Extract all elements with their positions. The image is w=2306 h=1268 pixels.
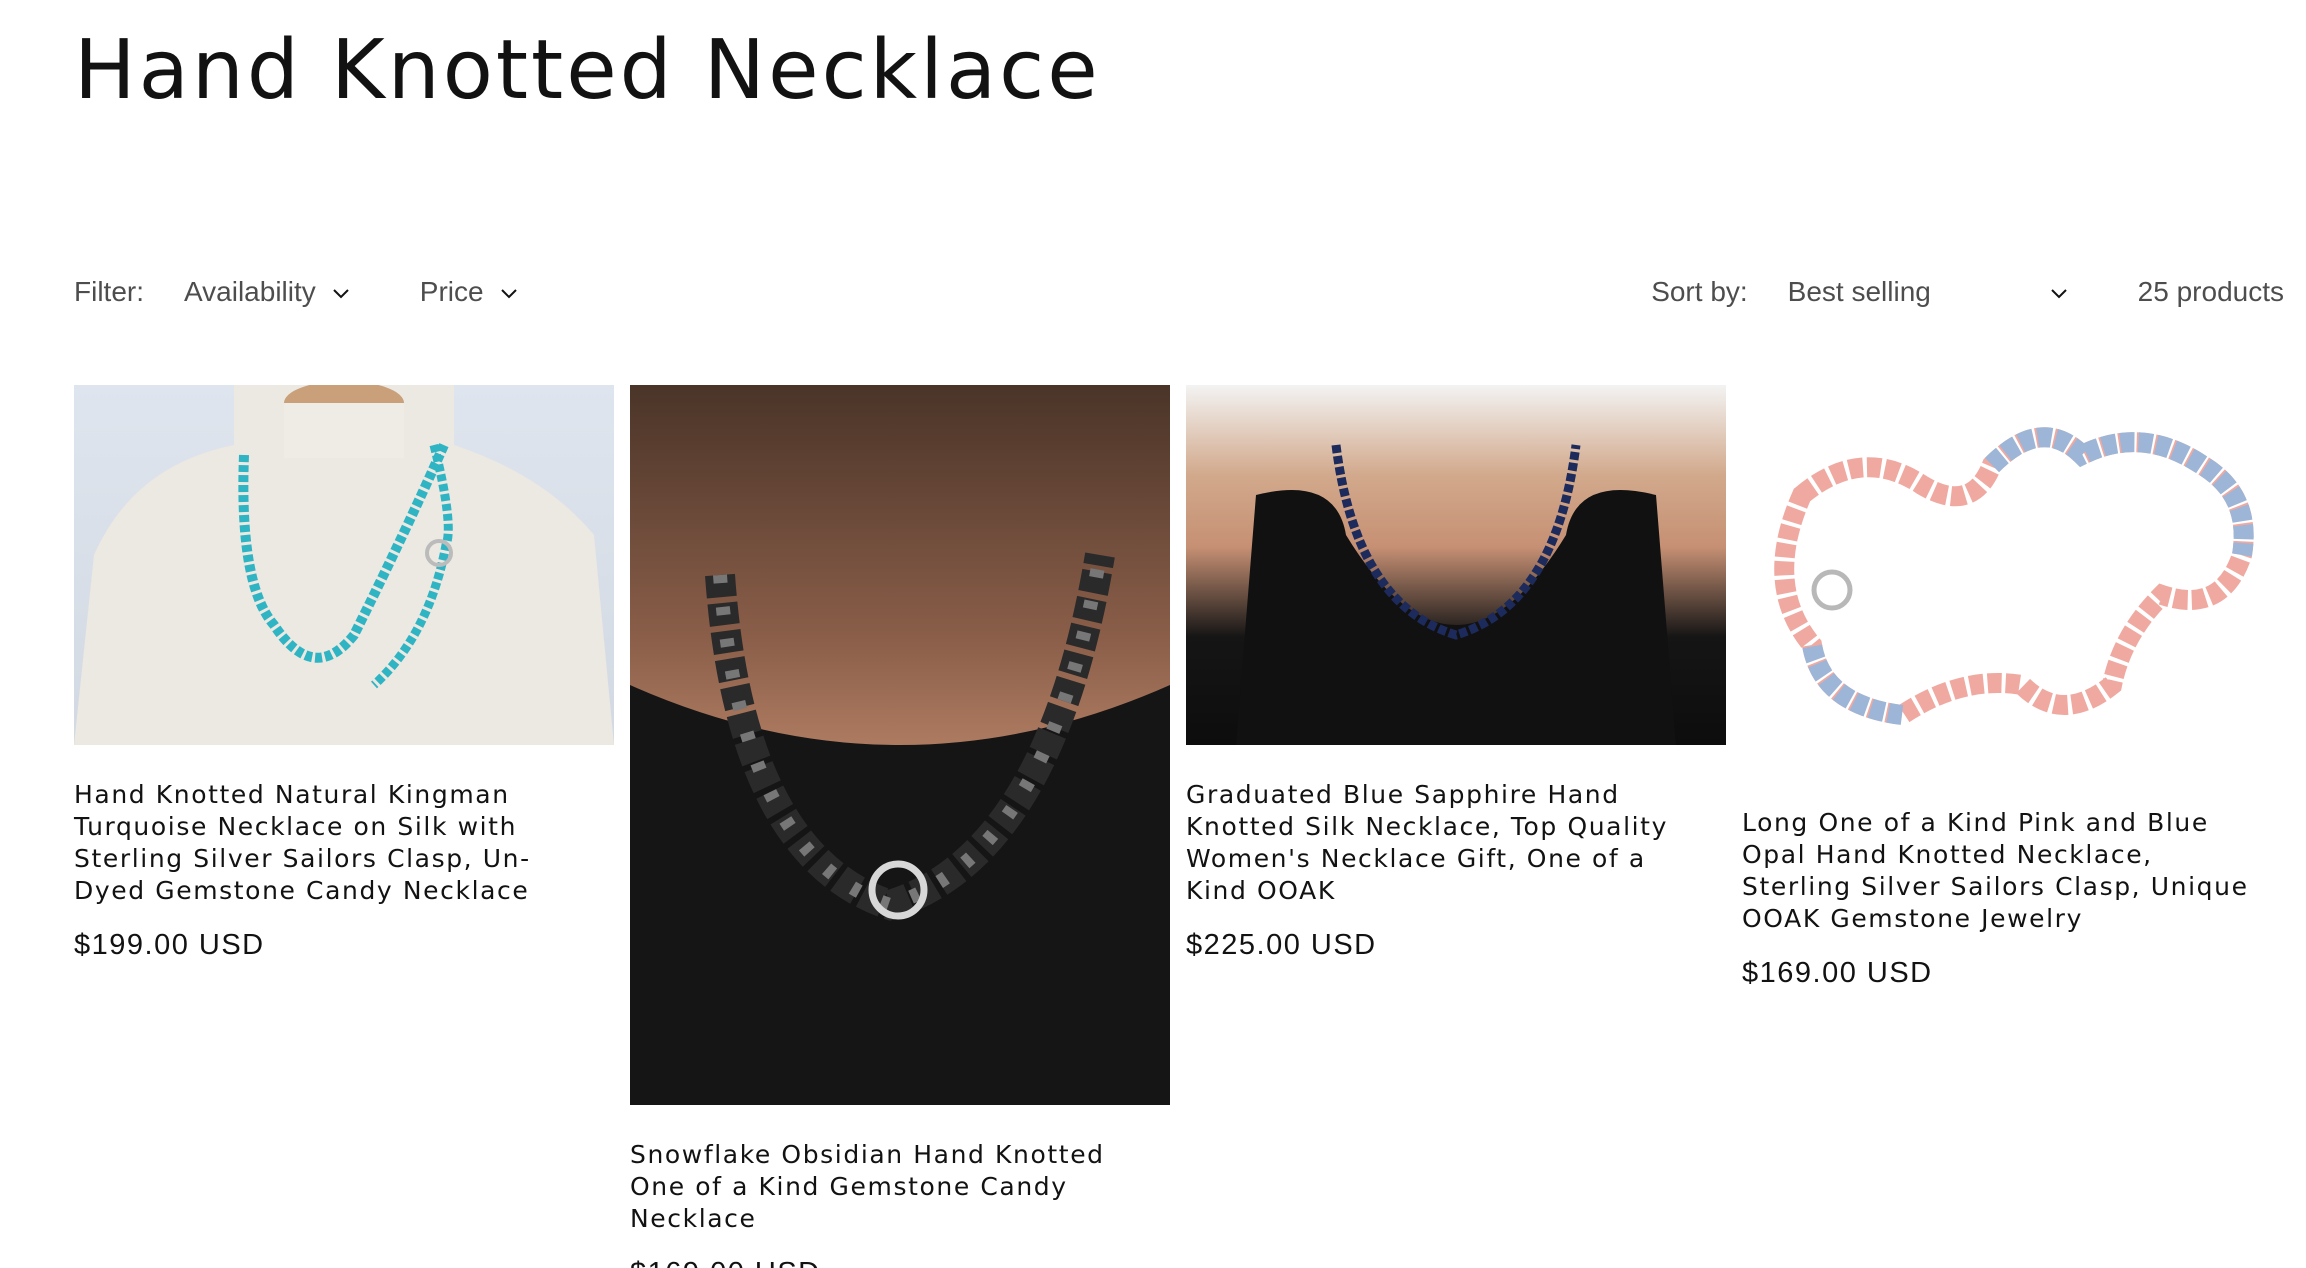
product-price: $169.00 USD xyxy=(1742,957,1933,989)
sapphire-necklace-image xyxy=(1236,444,1676,745)
product-title[interactable]: Long One of a Kind Pink and Blue Opal Ha… xyxy=(1742,807,2267,935)
facets-toolbar: Filter: Availability Price Sort by: Best… xyxy=(74,270,2284,314)
product-grid: Hand Knotted Natural Kingman Turquoise N… xyxy=(74,385,2284,1268)
product-image[interactable] xyxy=(1186,385,1726,745)
chevron-down-icon xyxy=(2050,289,2067,299)
sort-select[interactable]: Best selling xyxy=(1788,276,2068,308)
product-price: $169.00 USD xyxy=(630,1257,1170,1268)
filter-availability-label: Availability xyxy=(184,276,316,307)
product-title[interactable]: Hand Knotted Natural Kingman Turquoise N… xyxy=(74,779,599,907)
product-image[interactable] xyxy=(74,385,614,745)
sort-label: Sort by: xyxy=(1651,276,1748,307)
product-price: $225.00 USD xyxy=(1186,929,1377,961)
chevron-down-icon xyxy=(500,289,517,299)
sort-selected-value: Best selling xyxy=(1787,276,1931,307)
obsidian-necklace-image xyxy=(630,552,1170,1105)
opal-necklace-image xyxy=(1774,427,2254,726)
product-card[interactable]: Hand Knotted Natural Kingman Turquoise N… xyxy=(74,385,614,962)
filter-price-label: Price xyxy=(419,276,484,307)
chevron-down-icon xyxy=(333,289,349,299)
product-count: 25 products xyxy=(2137,276,2284,307)
product-card[interactable]: Snowflake Obsidian Hand Knotted One of a… xyxy=(630,385,1170,1268)
product-image[interactable] xyxy=(1742,385,2282,745)
filter-label: Filter: xyxy=(74,276,144,307)
product-title[interactable]: Graduated Blue Sapphire Hand Knotted Sil… xyxy=(1186,779,1711,907)
turquoise-necklace-image xyxy=(74,385,614,745)
product-title[interactable]: Snowflake Obsidian Hand Knotted One of a… xyxy=(630,1139,1155,1235)
filter-availability[interactable]: Availability xyxy=(184,276,350,308)
page-title: Hand Knotted Necklace xyxy=(74,23,1101,118)
product-card[interactable]: Long One of a Kind Pink and Blue Opal Ha… xyxy=(1742,385,2282,990)
product-price: $199.00 USD xyxy=(74,929,265,961)
collection-page: Hand Knotted Necklace Filter: Availabili… xyxy=(0,0,2306,1268)
product-image[interactable] xyxy=(630,385,1170,1105)
product-card[interactable]: Graduated Blue Sapphire Hand Knotted Sil… xyxy=(1186,385,1726,962)
filter-price[interactable]: Price xyxy=(420,276,518,308)
